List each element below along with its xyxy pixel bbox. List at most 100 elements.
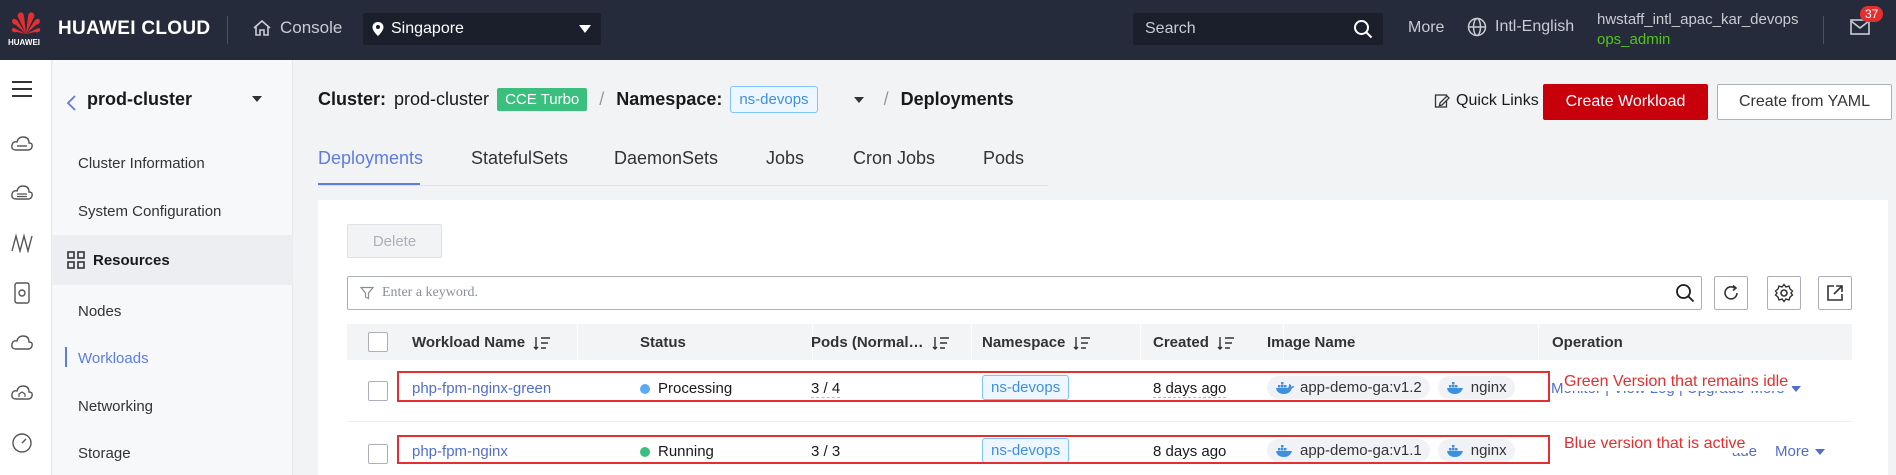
column-label: Status	[640, 334, 686, 351]
globe-icon	[1467, 17, 1487, 37]
annotation-green: Green Version that remains idle	[1564, 373, 1793, 391]
column-created[interactable]: Created	[1153, 334, 1235, 351]
create-workload-button[interactable]: Create Workload	[1543, 84, 1708, 120]
cloud-icon[interactable]	[9, 131, 35, 157]
column-pods[interactable]: Pods (Normal…	[811, 334, 950, 351]
user-role: ops_admin	[1597, 31, 1671, 48]
chevron-down-icon[interactable]	[252, 96, 262, 102]
refresh-icon	[1724, 284, 1738, 300]
row-checkbox[interactable]	[368, 444, 388, 464]
quick-links-label: Quick Links	[1456, 92, 1539, 109]
table-header: Workload Name Status Pods (Normal… Names…	[347, 324, 1852, 360]
language-label: Intl-English	[1495, 18, 1575, 35]
column-label: Image Name	[1267, 334, 1356, 351]
notification-badge: 37	[1860, 6, 1884, 22]
console-label: Console	[280, 18, 343, 37]
column-label: Namespace	[982, 334, 1066, 351]
column-separator	[971, 324, 972, 360]
tab-deployments[interactable]: Deployments	[318, 148, 423, 169]
home-icon	[253, 19, 271, 36]
create-from-yaml-button[interactable]: Create from YAML	[1717, 84, 1892, 120]
language-select[interactable]: Intl-English	[1467, 17, 1574, 37]
location-pin-icon	[372, 22, 384, 36]
storage-icon[interactable]	[9, 280, 35, 306]
column-label: Pods (Normal…	[811, 334, 924, 351]
search-placeholder: Enter a keyword.	[382, 285, 479, 300]
breadcrumb-separator: /	[883, 89, 889, 109]
sidebar-item-networking[interactable]: Networking	[78, 398, 153, 415]
cluster-selector[interactable]: prod-cluster	[53, 60, 293, 140]
cloud-home-icon[interactable]	[9, 380, 35, 406]
delete-button[interactable]: Delete	[347, 224, 442, 258]
search-input[interactable]: Enter a keyword.	[347, 276, 1702, 310]
more-operations[interactable]: More	[1775, 443, 1809, 460]
refresh-button[interactable]	[1714, 276, 1748, 310]
export-button[interactable]	[1818, 276, 1852, 310]
cloud-service-icon[interactable]	[9, 330, 35, 356]
chevron-down-icon[interactable]	[853, 96, 864, 103]
region-select[interactable]: Singapore	[363, 13, 601, 45]
filter-icon	[360, 286, 374, 300]
menu-icon[interactable]	[9, 76, 35, 102]
table-row: php-fpm-nginx Running 3 / 3 ns-devops 8 …	[347, 422, 1852, 475]
breadcrumb-separator: /	[599, 89, 605, 109]
cluster-value[interactable]: prod-cluster	[394, 89, 489, 110]
column-separator	[1538, 324, 1539, 360]
tab-statefulsets[interactable]: StatefulSets	[471, 148, 568, 169]
sort-icon[interactable]	[1073, 336, 1091, 350]
grid-icon	[67, 251, 85, 269]
tab-pods[interactable]: Pods	[983, 148, 1024, 169]
service-icon-rail	[0, 60, 52, 475]
column-namespace[interactable]: Namespace	[982, 334, 1091, 351]
column-status: Status	[640, 334, 686, 351]
edit-note-icon	[1434, 94, 1450, 108]
active-tab-underline	[318, 183, 420, 185]
namespace-select[interactable]: ns-devops	[730, 86, 818, 113]
table-row: php-fpm-nginx-green Processing 3 / 4 ns-…	[347, 360, 1852, 422]
gear-icon	[1774, 283, 1794, 303]
divider	[1823, 16, 1824, 44]
search-placeholder: Search	[1145, 20, 1196, 37]
namespace-label: Namespace:	[616, 89, 723, 109]
workload-tabs: Deployments StatefulSets DaemonSets Jobs…	[318, 140, 1048, 186]
back-arrow-icon[interactable]	[65, 94, 77, 112]
search-icon[interactable]	[1353, 19, 1373, 39]
settings-button[interactable]	[1767, 276, 1801, 310]
row-checkbox[interactable]	[368, 381, 388, 401]
breadcrumb: Cluster: prod-cluster CCE Turbo / Namesp…	[318, 86, 1014, 113]
deployments-panel: Delete Enter a keyword. Workload Name St…	[318, 200, 1888, 475]
network-icon[interactable]	[9, 230, 35, 256]
more-menu[interactable]: More	[1408, 19, 1444, 37]
sidebar-item-nodes[interactable]: Nodes	[78, 303, 121, 320]
column-separator	[1140, 324, 1141, 360]
global-search-input[interactable]: Search	[1133, 13, 1383, 45]
sidebar-group-resources[interactable]: Resources	[53, 235, 293, 285]
cluster-label: Cluster:	[318, 89, 387, 109]
chevron-down-icon	[1790, 385, 1801, 392]
column-label: Workload Name	[412, 334, 526, 351]
console-link[interactable]: Console	[252, 18, 342, 38]
tab-daemonsets[interactable]: DaemonSets	[614, 148, 718, 169]
tab-jobs[interactable]: Jobs	[766, 148, 804, 169]
select-all-checkbox[interactable]	[368, 332, 388, 352]
sidebar-item-storage[interactable]: Storage	[78, 445, 131, 462]
sort-icon[interactable]	[932, 336, 950, 350]
column-separator	[577, 324, 578, 360]
sidebar-item-cluster-information[interactable]: Cluster Information	[78, 155, 205, 172]
quick-links[interactable]: Quick Links	[1434, 92, 1539, 110]
column-workload-name[interactable]: Workload Name	[412, 334, 551, 351]
search-icon[interactable]	[1675, 283, 1695, 303]
cloud-server-icon[interactable]	[9, 180, 35, 206]
sort-icon[interactable]	[1217, 336, 1235, 350]
chevron-down-icon	[579, 25, 591, 33]
sidebar-item-workloads[interactable]: Workloads	[78, 350, 149, 367]
sidebar-item-system-configuration[interactable]: System Configuration	[78, 203, 221, 220]
brand-title[interactable]: HUAWEI CLOUD	[58, 18, 210, 40]
column-label: Operation	[1552, 334, 1623, 351]
divider	[227, 16, 228, 44]
sort-icon[interactable]	[533, 336, 551, 350]
tab-cron-jobs[interactable]: Cron Jobs	[853, 148, 935, 169]
dashboard-icon[interactable]	[9, 430, 35, 456]
user-menu[interactable]: hwstaff_intl_apac_kar_devops ops_admin	[1597, 10, 1799, 50]
chevron-down-icon	[1815, 448, 1826, 455]
